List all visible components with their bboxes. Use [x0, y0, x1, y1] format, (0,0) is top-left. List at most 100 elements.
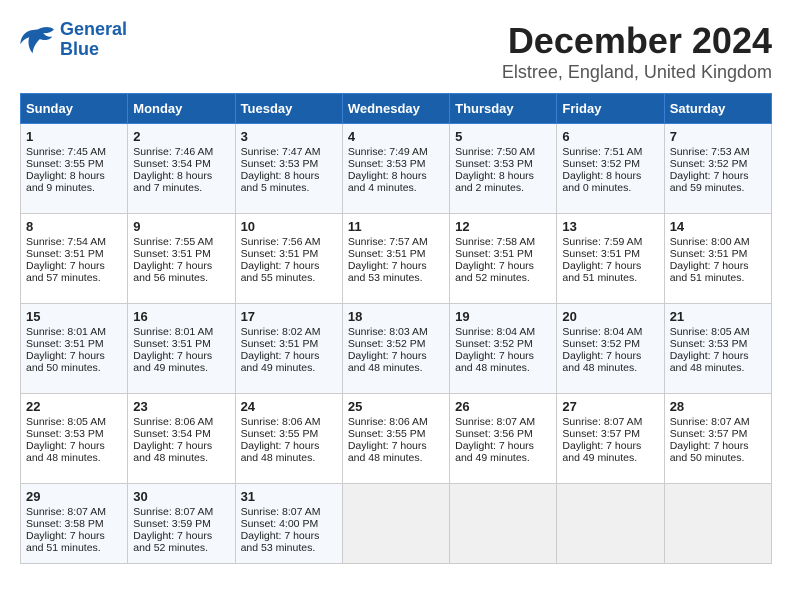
day-number: 5: [455, 129, 551, 144]
day-number: 12: [455, 219, 551, 234]
calendar-cell: 14 Sunrise: 8:00 AM Sunset: 3:51 PM Dayl…: [664, 214, 771, 304]
sunrise-label: Sunrise: 7:54 AM: [26, 236, 106, 248]
sunrise-label: Sunrise: 8:07 AM: [455, 416, 535, 428]
calendar-cell: 18 Sunrise: 8:03 AM Sunset: 3:52 PM Dayl…: [342, 304, 449, 394]
sunset-label: Sunset: 3:51 PM: [133, 248, 211, 260]
day-number: 29: [26, 489, 122, 504]
calendar-cell: 21 Sunrise: 8:05 AM Sunset: 3:53 PM Dayl…: [664, 304, 771, 394]
header-wednesday: Wednesday: [342, 94, 449, 124]
calendar-cell: 6 Sunrise: 7:51 AM Sunset: 3:52 PM Dayli…: [557, 124, 664, 214]
sunset-label: Sunset: 3:55 PM: [26, 158, 104, 170]
logo: General Blue: [20, 20, 127, 60]
daylight-label: Daylight: 8 hours and 4 minutes.: [348, 170, 427, 194]
day-number: 17: [241, 309, 337, 324]
sunrise-label: Sunrise: 8:07 AM: [133, 506, 213, 518]
sunrise-label: Sunrise: 7:55 AM: [133, 236, 213, 248]
calendar-cell: 26 Sunrise: 8:07 AM Sunset: 3:56 PM Dayl…: [450, 394, 557, 484]
sunrise-label: Sunrise: 7:50 AM: [455, 146, 535, 158]
calendar-body: 1 Sunrise: 7:45 AM Sunset: 3:55 PM Dayli…: [21, 124, 772, 564]
daylight-label: Daylight: 7 hours and 55 minutes.: [241, 260, 320, 284]
sunrise-label: Sunrise: 8:07 AM: [26, 506, 106, 518]
daylight-label: Daylight: 7 hours and 51 minutes.: [562, 260, 641, 284]
sunset-label: Sunset: 3:55 PM: [241, 428, 319, 440]
calendar-cell: 22 Sunrise: 8:05 AM Sunset: 3:53 PM Dayl…: [21, 394, 128, 484]
header-friday: Friday: [557, 94, 664, 124]
daylight-label: Daylight: 8 hours and 9 minutes.: [26, 170, 105, 194]
sunrise-label: Sunrise: 8:06 AM: [348, 416, 428, 428]
day-number: 31: [241, 489, 337, 504]
sunset-label: Sunset: 3:54 PM: [133, 428, 211, 440]
sunset-label: Sunset: 3:56 PM: [455, 428, 533, 440]
calendar-week-5: 29 Sunrise: 8:07 AM Sunset: 3:58 PM Dayl…: [21, 484, 772, 564]
sunrise-label: Sunrise: 7:58 AM: [455, 236, 535, 248]
calendar-week-1: 1 Sunrise: 7:45 AM Sunset: 3:55 PM Dayli…: [21, 124, 772, 214]
sunrise-label: Sunrise: 8:01 AM: [133, 326, 213, 338]
calendar-cell: 2 Sunrise: 7:46 AM Sunset: 3:54 PM Dayli…: [128, 124, 235, 214]
header-sunday: Sunday: [21, 94, 128, 124]
sunset-label: Sunset: 3:51 PM: [241, 248, 319, 260]
sunset-label: Sunset: 3:51 PM: [455, 248, 533, 260]
day-number: 27: [562, 399, 658, 414]
daylight-label: Daylight: 7 hours and 50 minutes.: [670, 440, 749, 464]
header-monday: Monday: [128, 94, 235, 124]
day-number: 4: [348, 129, 444, 144]
sunrise-label: Sunrise: 8:06 AM: [241, 416, 321, 428]
daylight-label: Daylight: 7 hours and 48 minutes.: [455, 350, 534, 374]
daylight-label: Daylight: 7 hours and 48 minutes.: [670, 350, 749, 374]
sunset-label: Sunset: 3:57 PM: [562, 428, 640, 440]
page-title: December 2024: [502, 20, 772, 62]
calendar-cell: 19 Sunrise: 8:04 AM Sunset: 3:52 PM Dayl…: [450, 304, 557, 394]
daylight-label: Daylight: 8 hours and 5 minutes.: [241, 170, 320, 194]
day-number: 8: [26, 219, 122, 234]
day-number: 7: [670, 129, 766, 144]
calendar-cell: [450, 484, 557, 564]
daylight-label: Daylight: 7 hours and 49 minutes.: [562, 440, 641, 464]
daylight-label: Daylight: 7 hours and 49 minutes.: [455, 440, 534, 464]
logo-icon: [20, 25, 56, 55]
calendar-cell: 10 Sunrise: 7:56 AM Sunset: 3:51 PM Dayl…: [235, 214, 342, 304]
sunrise-label: Sunrise: 8:05 AM: [670, 326, 750, 338]
daylight-label: Daylight: 7 hours and 51 minutes.: [670, 260, 749, 284]
sunset-label: Sunset: 3:51 PM: [241, 338, 319, 350]
calendar-cell: 17 Sunrise: 8:02 AM Sunset: 3:51 PM Dayl…: [235, 304, 342, 394]
page-subtitle: Elstree, England, United Kingdom: [502, 62, 772, 83]
calendar-cell: [557, 484, 664, 564]
daylight-label: Daylight: 7 hours and 52 minutes.: [133, 530, 212, 554]
calendar-week-3: 15 Sunrise: 8:01 AM Sunset: 3:51 PM Dayl…: [21, 304, 772, 394]
sunset-label: Sunset: 3:51 PM: [670, 248, 748, 260]
day-number: 6: [562, 129, 658, 144]
sunset-label: Sunset: 3:51 PM: [348, 248, 426, 260]
calendar-cell: 29 Sunrise: 8:07 AM Sunset: 3:58 PM Dayl…: [21, 484, 128, 564]
daylight-label: Daylight: 7 hours and 59 minutes.: [670, 170, 749, 194]
day-number: 26: [455, 399, 551, 414]
daylight-label: Daylight: 7 hours and 48 minutes.: [241, 440, 320, 464]
sunrise-label: Sunrise: 7:56 AM: [241, 236, 321, 248]
daylight-label: Daylight: 8 hours and 2 minutes.: [455, 170, 534, 194]
header-saturday: Saturday: [664, 94, 771, 124]
calendar-cell: 11 Sunrise: 7:57 AM Sunset: 3:51 PM Dayl…: [342, 214, 449, 304]
logo-text: General Blue: [60, 20, 127, 60]
sunset-label: Sunset: 3:58 PM: [26, 518, 104, 530]
day-number: 9: [133, 219, 229, 234]
daylight-label: Daylight: 7 hours and 48 minutes.: [348, 350, 427, 374]
day-number: 24: [241, 399, 337, 414]
day-number: 3: [241, 129, 337, 144]
header-row: SundayMondayTuesdayWednesdayThursdayFrid…: [21, 94, 772, 124]
day-number: 13: [562, 219, 658, 234]
day-number: 10: [241, 219, 337, 234]
sunset-label: Sunset: 3:53 PM: [26, 428, 104, 440]
sunset-label: Sunset: 3:52 PM: [348, 338, 426, 350]
calendar-cell: 8 Sunrise: 7:54 AM Sunset: 3:51 PM Dayli…: [21, 214, 128, 304]
day-number: 15: [26, 309, 122, 324]
sunset-label: Sunset: 3:51 PM: [133, 338, 211, 350]
calendar-cell: 9 Sunrise: 7:55 AM Sunset: 3:51 PM Dayli…: [128, 214, 235, 304]
calendar-week-4: 22 Sunrise: 8:05 AM Sunset: 3:53 PM Dayl…: [21, 394, 772, 484]
day-number: 2: [133, 129, 229, 144]
sunrise-label: Sunrise: 8:02 AM: [241, 326, 321, 338]
calendar-cell: [664, 484, 771, 564]
calendar-cell: 20 Sunrise: 8:04 AM Sunset: 3:52 PM Dayl…: [557, 304, 664, 394]
daylight-label: Daylight: 8 hours and 7 minutes.: [133, 170, 212, 194]
day-number: 21: [670, 309, 766, 324]
calendar-cell: 24 Sunrise: 8:06 AM Sunset: 3:55 PM Dayl…: [235, 394, 342, 484]
sunset-label: Sunset: 3:53 PM: [670, 338, 748, 350]
